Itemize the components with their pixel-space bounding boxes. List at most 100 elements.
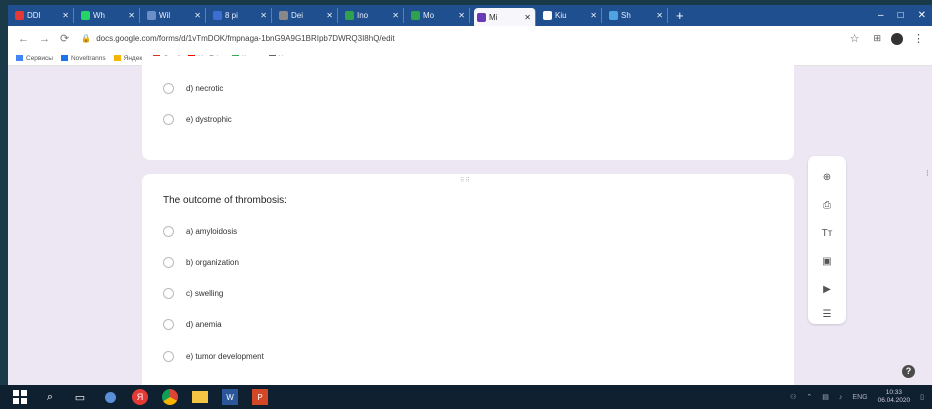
option-label: d) anemia bbox=[186, 320, 222, 329]
option-item[interactable]: d) necrotic bbox=[163, 83, 223, 94]
option-label: d) necrotic bbox=[186, 84, 224, 93]
browser-tab[interactable]: Mi ✕ bbox=[474, 8, 536, 26]
drag-handle-icon[interactable]: ⠿⠿ bbox=[460, 177, 471, 184]
doc-icon bbox=[279, 11, 288, 20]
question-card-thrombosis[interactable]: ⠿⠿ The outcome of thrombosis: a) amyloid… bbox=[142, 174, 794, 385]
close-tab-icon[interactable]: ✕ bbox=[656, 11, 663, 20]
clock-date: 06.04.2020 bbox=[877, 397, 911, 404]
browser-tab[interactable]: 8 pi ✕ bbox=[210, 8, 272, 23]
clock[interactable]: 10:33 06.04.2020 bbox=[878, 389, 911, 405]
radio-button[interactable] bbox=[163, 288, 174, 299]
language-indicator[interactable]: ENG bbox=[852, 394, 867, 401]
option-item[interactable]: d) anemia bbox=[163, 319, 222, 330]
search-icon[interactable]: ⌕ bbox=[40, 387, 60, 407]
maximize-icon[interactable]: □ bbox=[898, 10, 904, 21]
option-item[interactable]: c) swelling bbox=[163, 288, 223, 299]
new-tab-button[interactable]: + bbox=[676, 8, 684, 23]
tab-label: Sh bbox=[621, 11, 631, 20]
option-item[interactable]: b) organization bbox=[163, 257, 239, 268]
browser-tab[interactable]: Dei ✕ bbox=[276, 8, 338, 23]
close-icon[interactable]: ✕ bbox=[918, 10, 926, 21]
browser-window: DDI ✕ Wh ✕ Wil ✕ 8 pi ✕ Dei ✕ Ino ✕ Mo ✕ Mi ✕ Kiu ✕ Sh ✕ + … bbox=[8, 5, 932, 385]
option-item[interactable]: e) dystrophic bbox=[163, 114, 232, 125]
add-title-icon[interactable]: Tт bbox=[820, 226, 834, 240]
whatsapp-icon bbox=[81, 11, 90, 20]
taskbar: ⌕ ▭ Я W P ⚇ ⌃ ▤ ♪ ENG 10:33 06.04.2020 ▯ bbox=[0, 385, 932, 409]
browser-tab[interactable]: Wh ✕ bbox=[78, 8, 140, 23]
radio-button[interactable] bbox=[163, 226, 174, 237]
cortana-icon[interactable] bbox=[100, 387, 120, 407]
close-tab-icon[interactable]: ✕ bbox=[326, 11, 333, 20]
extension-icon[interactable]: ⊞ bbox=[873, 33, 881, 44]
chevron-up-icon[interactable]: ⌃ bbox=[806, 393, 812, 401]
back-icon[interactable]: ← bbox=[18, 33, 29, 45]
globe-icon bbox=[147, 11, 156, 20]
yandex-browser-icon[interactable]: Я bbox=[130, 387, 150, 407]
powerpoint-icon[interactable]: P bbox=[250, 387, 270, 407]
bookmark-item[interactable]: Noveltranns bbox=[60, 55, 106, 62]
radio-button[interactable] bbox=[163, 257, 174, 268]
system-tray: ⚇ ⌃ ▤ ♪ ENG 10:33 06.04.2020 ▯ bbox=[790, 389, 924, 405]
menu-icon[interactable]: ⋮ bbox=[913, 32, 924, 45]
browser-tab[interactable]: Kiu ✕ bbox=[540, 8, 602, 23]
chrome-icon[interactable] bbox=[160, 387, 180, 407]
close-tab-icon[interactable]: ✕ bbox=[392, 11, 399, 20]
question-title[interactable]: The outcome of thrombosis: bbox=[163, 195, 287, 206]
bookmark-item[interactable]: Сервисы bbox=[16, 55, 53, 62]
reload-icon[interactable]: ⟳ bbox=[60, 32, 69, 45]
globe-icon bbox=[213, 11, 222, 20]
address-bar: ← → ⟳ 🔒 docs.google.com/forms/d/1vTmDOK/f… bbox=[8, 26, 932, 52]
import-questions-icon[interactable]: ⎙ bbox=[820, 198, 834, 212]
radio-button[interactable] bbox=[163, 351, 174, 362]
volume-icon[interactable]: ♪ bbox=[839, 394, 843, 401]
drive-icon bbox=[345, 11, 354, 20]
add-question-icon[interactable]: ⊕ bbox=[820, 170, 834, 184]
tab-label: Wil bbox=[159, 11, 171, 20]
browser-tab[interactable]: Mo ✕ bbox=[408, 8, 470, 23]
bookmark-item[interactable]: Яндекс bbox=[113, 55, 145, 62]
close-tab-icon[interactable]: ✕ bbox=[590, 11, 597, 20]
clock-time: 10:33 bbox=[885, 389, 902, 396]
bookmark-label: Сервисы bbox=[26, 54, 53, 62]
bookmark-star-icon[interactable]: ☆ bbox=[850, 32, 860, 45]
radio-button[interactable] bbox=[163, 114, 174, 125]
radio-button[interactable] bbox=[163, 83, 174, 94]
close-tab-icon[interactable]: ✕ bbox=[62, 11, 69, 20]
notifications-icon[interactable]: ▯ bbox=[920, 393, 924, 401]
apps-icon bbox=[16, 55, 23, 61]
close-tab-icon[interactable]: ✕ bbox=[524, 13, 531, 22]
task-view-icon[interactable]: ▭ bbox=[70, 387, 90, 407]
radio-button[interactable] bbox=[163, 319, 174, 330]
browser-tab[interactable]: Wil ✕ bbox=[144, 8, 206, 23]
add-image-icon[interactable]: ▣ bbox=[820, 254, 834, 268]
url-field[interactable]: 🔒 docs.google.com/forms/d/1vTmDOK/fmpnaga… bbox=[81, 34, 849, 43]
avatar[interactable] bbox=[891, 32, 903, 45]
forward-icon[interactable]: → bbox=[39, 33, 50, 45]
windows-start-icon[interactable] bbox=[10, 387, 30, 407]
close-tab-icon[interactable]: ✕ bbox=[128, 11, 135, 20]
minimize-icon[interactable]: – bbox=[878, 10, 884, 21]
youtube-icon bbox=[15, 11, 24, 20]
word-icon[interactable]: W bbox=[220, 387, 240, 407]
help-icon[interactable]: ? bbox=[902, 365, 915, 378]
translate-icon bbox=[60, 55, 68, 61]
close-tab-icon[interactable]: ✕ bbox=[260, 11, 267, 20]
lock-icon: 🔒 bbox=[81, 34, 92, 43]
browser-tab[interactable]: Ino ✕ bbox=[342, 8, 404, 23]
people-icon[interactable]: ⚇ bbox=[790, 393, 796, 401]
tab-label: Kiu bbox=[555, 11, 567, 20]
file-explorer-icon[interactable] bbox=[190, 387, 210, 407]
browser-tab[interactable]: DDI ✕ bbox=[12, 8, 74, 23]
option-item[interactable]: a) amyloidosis bbox=[163, 226, 237, 237]
close-tab-icon[interactable]: ✕ bbox=[458, 11, 465, 20]
network-icon[interactable]: ▤ bbox=[822, 393, 829, 401]
add-section-icon[interactable]: ☰ bbox=[820, 307, 834, 321]
add-video-icon[interactable]: ▶ bbox=[820, 282, 834, 296]
browser-tab[interactable]: Sh ✕ bbox=[606, 8, 668, 23]
option-label: c) swelling bbox=[186, 289, 224, 298]
scroll-indicator[interactable]: ⁝ bbox=[926, 168, 929, 179]
option-item[interactable]: e) tumor development bbox=[163, 351, 264, 362]
tab-label: Mo bbox=[423, 11, 435, 20]
image-icon bbox=[609, 11, 618, 20]
close-tab-icon[interactable]: ✕ bbox=[194, 11, 201, 20]
